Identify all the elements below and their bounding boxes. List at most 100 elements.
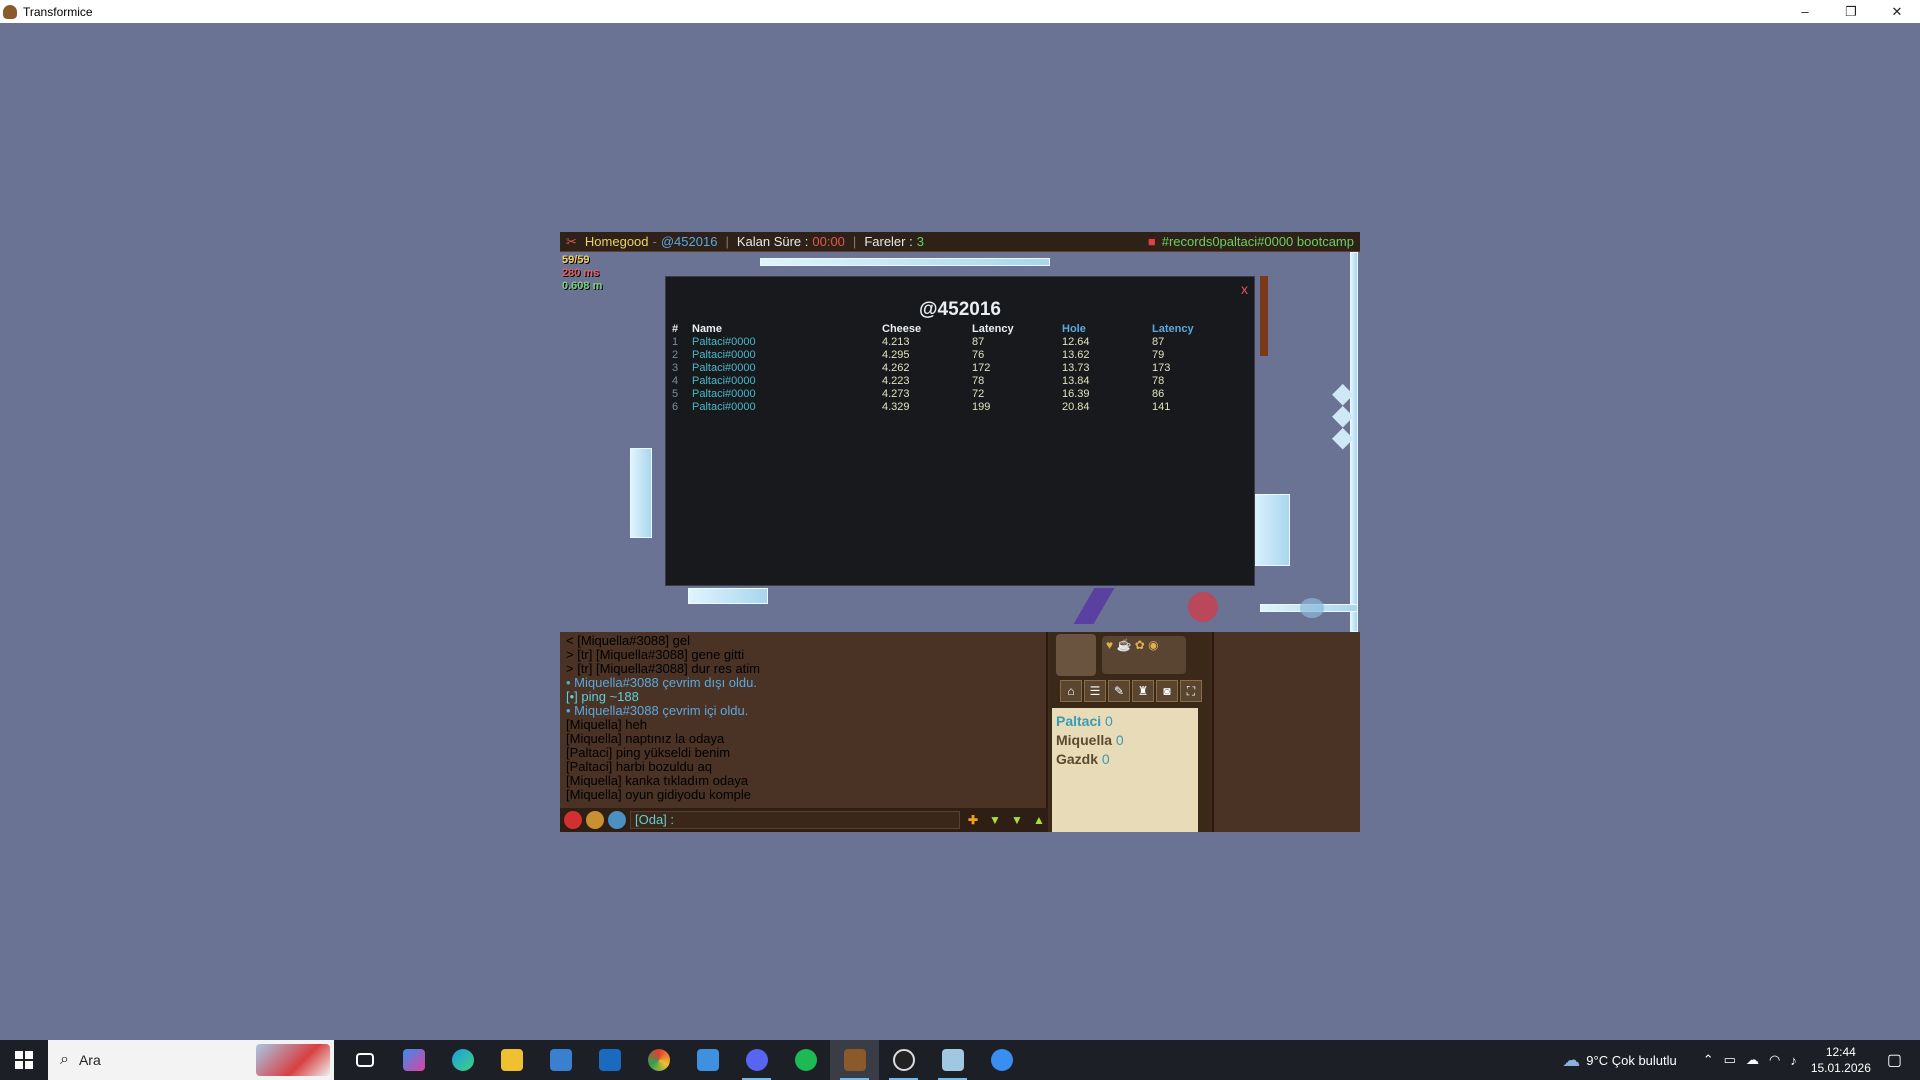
discord-icon[interactable] (732, 1040, 781, 1080)
cell-hole-latency: 141 (1152, 401, 1171, 413)
cell-cheese: 4.329 (882, 401, 910, 413)
header-rank: # (672, 323, 679, 335)
restore-button[interactable]: ❐ (1828, 0, 1874, 23)
dialog-title: @452016 (919, 299, 1001, 320)
list-button[interactable]: ☰ (1084, 680, 1106, 702)
chat-input[interactable]: [Oda] : (630, 811, 960, 829)
settings-icon[interactable] (977, 1040, 1026, 1080)
edit-button[interactable]: ✎ (1108, 680, 1130, 702)
plus-icon[interactable]: ✚ (964, 811, 982, 829)
cell-hole: 13.84 (1062, 375, 1090, 387)
cell-name[interactable]: Paltaci#0000 (692, 388, 882, 401)
file-explorer-icon[interactable] (487, 1040, 536, 1080)
clock-time: 12:44 (1825, 1045, 1856, 1059)
meet-icon[interactable]: ▭ (1724, 1052, 1736, 1068)
chat-channel-icon[interactable] (608, 811, 626, 829)
notes-icon[interactable] (928, 1040, 977, 1080)
task-view-icon[interactable] (340, 1040, 389, 1080)
copilot-icon[interactable] (389, 1040, 438, 1080)
obs-icon[interactable] (879, 1040, 928, 1080)
player-name: Paltaci (1056, 713, 1102, 729)
game-hud: ✂ Homegood - @452016 | Kalan Süre : 00:0… (560, 232, 1360, 252)
dialog-close-button[interactable]: x (1241, 281, 1248, 297)
chat-line: • Miquella#3088 çevrim içi oldu. (566, 703, 749, 718)
cell-name[interactable]: Paltaci#0000 (692, 375, 882, 388)
debug-stats: 59/59 280 ms 0.608 m (562, 254, 602, 293)
outlook-icon[interactable] (585, 1040, 634, 1080)
window-title: Transformice (23, 4, 93, 19)
store-icon[interactable] (536, 1040, 585, 1080)
header-hole: Hole (1062, 323, 1086, 335)
arrow-down-icon[interactable]: ▼ (986, 811, 1004, 829)
edge-icon[interactable] (438, 1040, 487, 1080)
chat-line: [Miquella] heh (566, 717, 647, 732)
spotify-icon[interactable] (781, 1040, 830, 1080)
chat-log[interactable]: < [Miquella#3088] gel > [tr] [Miquella#3… (560, 632, 1048, 832)
ice-block (1250, 494, 1290, 566)
wifi-icon[interactable]: ◠ (1769, 1052, 1780, 1068)
mouse-player[interactable] (1188, 592, 1218, 622)
tribe-button[interactable]: ♜ (1132, 680, 1154, 702)
cheese-icon: ✂ (566, 233, 577, 249)
transformice-taskbar-icon[interactable] (830, 1040, 879, 1080)
emote-icons[interactable]: ♥ ☕ ✿ ◉ (1102, 636, 1186, 674)
minimize-button[interactable]: – (1782, 0, 1828, 23)
volume-icon[interactable]: ♪ (1790, 1053, 1797, 1068)
cell-hole-latency: 86 (1152, 388, 1165, 400)
cell-hole: 20.84 (1062, 401, 1090, 413)
avatar[interactable] (1056, 634, 1096, 676)
cell-rank: 1 (672, 336, 679, 348)
header-latency: Latency (972, 323, 1014, 335)
player-name: Miquella (1056, 732, 1113, 748)
mail-icon[interactable] (683, 1040, 732, 1080)
arrow-up-icon[interactable]: ▲ (1030, 811, 1048, 829)
wood-panel (1212, 632, 1360, 832)
cell-latency: 72 (972, 388, 985, 400)
player-entry[interactable]: Gazdk 0 (1056, 750, 1194, 769)
table-row: 3 Paltaci#0000 4.262 172 13.73 173 (672, 362, 1232, 375)
start-button[interactable] (0, 1040, 48, 1080)
shield-icon[interactable] (586, 811, 604, 829)
taskbar: ⌕ Ara ☁ 9°C Çok bulutlu ⌃ ▭ ☁ ◠ ♪ 12:44 … (0, 1040, 1920, 1080)
close-button[interactable]: ✕ (1874, 0, 1920, 23)
table-row: 4 Paltaci#0000 4.223 78 13.84 78 (672, 375, 1232, 388)
arrow-down-icon[interactable]: ▼ (1008, 811, 1026, 829)
cell-hole: 13.73 (1062, 362, 1090, 374)
chevron-up-icon[interactable]: ⌃ (1703, 1052, 1714, 1068)
table-header: # Name Cheese Latency Hole Latency (672, 323, 1232, 336)
table-row: 1 Paltaci#0000 4.213 87 12.64 87 (672, 336, 1232, 349)
flag-icon: ■ (1147, 234, 1156, 249)
mice-value: 3 (916, 234, 924, 249)
records-dialog: x @452016 # Name Cheese Latency Hole Lat… (665, 276, 1255, 586)
cell-name[interactable]: Paltaci#0000 (692, 349, 882, 362)
header-hole-latency: Latency (1152, 323, 1194, 335)
cell-hole: 16.39 (1062, 388, 1090, 400)
fullscreen-button[interactable]: ⛶ (1180, 680, 1202, 702)
game-viewport[interactable]: ✂ Homegood - @452016 | Kalan Süre : 00:0… (560, 232, 1360, 832)
cell-rank: 3 (672, 362, 679, 374)
cell-name[interactable]: Paltaci#0000 (692, 362, 882, 375)
clock[interactable]: 12:44 15.01.2026 (1811, 1044, 1871, 1076)
cell-latency: 172 (972, 362, 991, 374)
windows-icon (15, 1051, 33, 1069)
cell-rank: 6 (672, 401, 679, 413)
map-code[interactable]: @452016 (661, 234, 718, 249)
taskbar-search[interactable]: ⌕ Ara (48, 1040, 334, 1080)
player-entry[interactable]: Paltaci 0 (1056, 712, 1194, 731)
cell-cheese: 4.223 (882, 375, 910, 387)
cell-name[interactable]: Paltaci#0000 (692, 336, 882, 349)
discord-button[interactable]: ◙ (1156, 680, 1178, 702)
ice-platform (760, 258, 1050, 266)
notification-icon[interactable]: ▢ (1887, 1050, 1902, 1070)
home-button[interactable]: ⌂ (1060, 680, 1082, 702)
onedrive-icon[interactable]: ☁ (1746, 1052, 1759, 1068)
player-score: 0 (1105, 713, 1113, 729)
cell-name[interactable]: Paltaci#0000 (692, 401, 882, 414)
player-entry[interactable]: Miquella 0 (1056, 731, 1194, 750)
cell-latency: 78 (972, 375, 985, 387)
chrome-icon[interactable] (634, 1040, 683, 1080)
weather-text[interactable]: 9°C Çok bulutlu (1586, 1053, 1676, 1068)
bottom-panel: < [Miquella#3088] gel > [tr] [Miquella#3… (560, 632, 1360, 832)
heart-icon[interactable] (564, 811, 582, 829)
cell-hole-latency: 78 (1152, 375, 1165, 387)
